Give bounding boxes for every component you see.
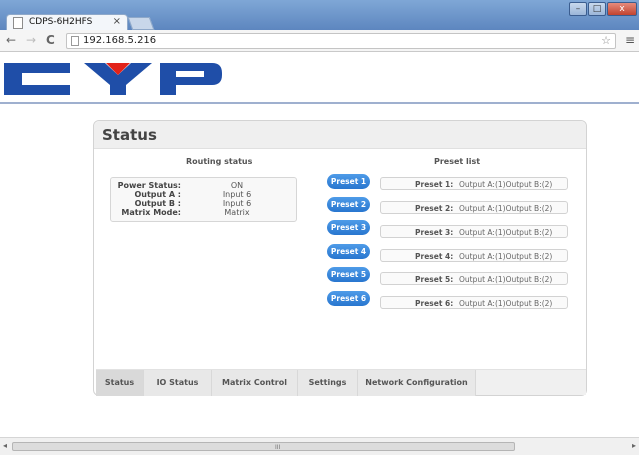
- preset-2-value: Output A:(1)Output B:(2): [459, 204, 553, 213]
- preset-3-value: Output A:(1)Output B:(2): [459, 228, 553, 237]
- page-title: Status: [102, 126, 157, 144]
- preset-1-value: Output A:(1)Output B:(2): [459, 180, 553, 189]
- output-a-label: Output A :: [134, 190, 181, 199]
- preset-4-label: Preset 4:: [415, 252, 454, 261]
- preset-2-field: Preset 2: Output A:(1)Output B:(2): [380, 201, 568, 214]
- address-bar[interactable]: 192.168.5.216 ☆: [66, 33, 616, 49]
- preset-list-heading: Preset list: [434, 157, 481, 166]
- tab-close-icon[interactable]: ×: [113, 16, 121, 27]
- preset-4-field: Preset 4: Output A:(1)Output B:(2): [380, 249, 568, 262]
- matrix-mode-value: Matrix: [224, 208, 250, 217]
- horizontal-scrollbar[interactable]: ◂ III ▸: [0, 437, 639, 455]
- back-arrow-icon[interactable]: ←: [6, 33, 16, 47]
- output-b-value: Input 6: [222, 199, 252, 208]
- preset-3-button[interactable]: Preset 3: [327, 220, 370, 235]
- power-status-label: Power Status:: [117, 181, 181, 190]
- browser-window: CDPS-6H2HFS × – □ x ← → C 192.168.5.216 …: [0, 0, 639, 455]
- preset-6-field: Preset 6: Output A:(1)Output B:(2): [380, 296, 568, 309]
- preset-3-label: Preset 3:: [415, 228, 454, 237]
- routing-status-heading: Routing status: [186, 157, 253, 166]
- preset-3-field: Preset 3: Output A:(1)Output B:(2): [380, 225, 568, 238]
- tab-title: CDPS-6H2HFS: [29, 17, 93, 27]
- url-text[interactable]: 192.168.5.216: [83, 35, 156, 46]
- menu-icon[interactable]: ≡: [625, 33, 635, 47]
- close-window-button[interactable]: x: [607, 2, 637, 16]
- output-b-label: Output B :: [134, 199, 181, 208]
- window-controls: – □ x: [569, 2, 637, 16]
- reload-icon[interactable]: C: [46, 33, 55, 47]
- matrix-mode-label: Matrix Mode:: [121, 208, 181, 217]
- preset-5-button[interactable]: Preset 5: [327, 267, 370, 282]
- browser-toolbar: ← → C 192.168.5.216 ☆ ≡: [0, 30, 639, 52]
- tab-io-status[interactable]: IO Status: [144, 370, 212, 396]
- preset-6-label: Preset 6:: [415, 299, 454, 308]
- scroll-left-icon[interactable]: ◂: [3, 441, 7, 450]
- cyp-logo: [4, 63, 222, 95]
- preset-5-value: Output A:(1)Output B:(2): [459, 275, 553, 284]
- output-a-value: Input 6: [222, 190, 252, 199]
- preset-4-button[interactable]: Preset 4: [327, 244, 370, 259]
- preset-2-button[interactable]: Preset 2: [327, 197, 370, 212]
- bookmark-star-icon[interactable]: ☆: [601, 34, 611, 47]
- tab-network-configuration[interactable]: Network Configuration: [358, 370, 476, 396]
- preset-4-value: Output A:(1)Output B:(2): [459, 252, 553, 261]
- scroll-right-icon[interactable]: ▸: [632, 441, 636, 450]
- scroll-grip-icon: III: [275, 444, 281, 451]
- preset-5-field: Preset 5: Output A:(1)Output B:(2): [380, 272, 568, 285]
- preset-6-value: Output A:(1)Output B:(2): [459, 299, 553, 308]
- preset-1-label: Preset 1:: [415, 180, 454, 189]
- routing-status-box: Power Status: ON Output A : Input 6 Outp…: [110, 177, 297, 222]
- preset-1-button[interactable]: Preset 1: [327, 174, 370, 189]
- tab-matrix-control[interactable]: Matrix Control: [212, 370, 298, 396]
- web-page: Status Routing status Power Status: ON O…: [0, 53, 639, 437]
- tab-status[interactable]: Status: [96, 370, 144, 396]
- preset-1-field: Preset 1: Output A:(1)Output B:(2): [380, 177, 568, 190]
- status-panel: Status Routing status Power Status: ON O…: [93, 120, 587, 396]
- maximize-button[interactable]: □: [588, 2, 606, 16]
- forward-arrow-icon[interactable]: →: [26, 33, 36, 47]
- tab-settings[interactable]: Settings: [298, 370, 358, 396]
- title-bar: CDPS-6H2HFS × – □ x: [0, 0, 639, 32]
- preset-2-label: Preset 2:: [415, 204, 454, 213]
- page-icon: [71, 36, 79, 46]
- page-favicon-icon: [13, 17, 23, 29]
- panel-header: Status: [94, 121, 586, 149]
- scroll-thumb[interactable]: III: [12, 442, 515, 451]
- header-divider: [0, 102, 639, 104]
- power-status-value: ON: [230, 181, 244, 190]
- preset-5-label: Preset 5:: [415, 275, 454, 284]
- minimize-button[interactable]: –: [569, 2, 587, 16]
- preset-6-button[interactable]: Preset 6: [327, 291, 370, 306]
- new-tab-button[interactable]: [127, 17, 155, 30]
- nav-tabs: Status IO Status Matrix Control Settings…: [96, 369, 586, 396]
